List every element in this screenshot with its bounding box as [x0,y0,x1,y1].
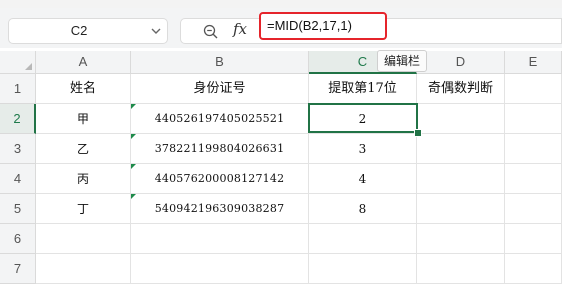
row-header-1[interactable]: 1 [0,74,36,104]
cell-c1[interactable]: 提取第17位 [309,74,417,104]
row-header-4[interactable]: 4 [0,164,36,194]
cell-d2[interactable] [417,104,505,134]
cell-e4[interactable] [505,164,562,194]
cell-b5-value: 540942196309038287 [154,202,285,215]
cell-b7[interactable] [131,254,309,284]
cell-b6[interactable] [131,224,309,254]
cell-b4[interactable]: 440576200008127142 [131,164,309,194]
cell-a6[interactable] [36,224,131,254]
text-number-indicator [131,134,136,139]
fill-handle[interactable] [414,129,422,137]
cell-a1[interactable]: 姓名 [36,74,131,104]
name-box[interactable]: C2 [8,18,168,44]
row-header-3[interactable]: 3 [0,134,36,164]
text-number-indicator [131,104,136,109]
cell-c7[interactable] [309,254,417,284]
insert-function-icon[interactable]: fx [233,20,247,38]
cell-c6[interactable] [309,224,417,254]
cell-e3[interactable] [505,134,562,164]
cell-b3-value: 378221199804026631 [154,142,285,155]
cell-c2[interactable]: 2 [309,104,417,134]
cell-d7[interactable] [417,254,505,284]
column-header-a[interactable]: A [36,51,131,74]
cell-e2[interactable] [505,104,562,134]
zoom-search-icon[interactable] [202,23,220,41]
cell-b1[interactable]: 身份证号 [131,74,309,104]
name-box-value: C2 [70,23,88,38]
cell-c5[interactable]: 8 [309,194,417,224]
select-all-corner[interactable] [0,51,36,74]
column-header-e[interactable]: E [505,51,562,74]
cell-e6[interactable] [505,224,562,254]
row-header-7[interactable]: 7 [0,254,36,284]
cell-b2[interactable]: 440526197405025521 [131,104,309,134]
cell-a3[interactable]: 乙 [36,134,131,164]
cell-d4[interactable] [417,164,505,194]
select-all-icon [25,63,32,70]
cell-d3[interactable] [417,134,505,164]
cell-b5[interactable]: 540942196309038287 [131,194,309,224]
cell-b2-value: 440526197405025521 [154,112,285,125]
cell-d6[interactable] [417,224,505,254]
column-header-b[interactable]: B [131,51,309,74]
text-number-indicator [131,194,136,199]
cell-a5[interactable]: 丁 [36,194,131,224]
cell-b3[interactable]: 378221199804026631 [131,134,309,164]
column-header-d[interactable]: D [417,51,505,74]
formula-bar-tooltip: 编辑栏 [377,50,427,72]
formula-input[interactable]: =MID(B2,17,1) [259,12,387,40]
cell-d1[interactable]: 奇偶数判断 [417,74,505,104]
formula-text: =MID(B2,17,1) [267,18,352,33]
cell-a2[interactable]: 甲 [36,104,131,134]
row-header-6[interactable]: 6 [0,224,36,254]
cell-e7[interactable] [505,254,562,284]
cell-e5[interactable] [505,194,562,224]
cell-b4-value: 440576200008127142 [154,172,285,185]
cell-a7[interactable] [36,254,131,284]
cell-c3[interactable]: 3 [309,134,417,164]
text-number-indicator [131,164,136,169]
chevron-down-icon[interactable] [149,24,163,38]
row-header-2[interactable]: 2 [0,104,36,134]
row-header-5[interactable]: 5 [0,194,36,224]
cell-e1[interactable] [505,74,562,104]
cell-a4[interactable]: 丙 [36,164,131,194]
cell-d5[interactable] [417,194,505,224]
cell-c4[interactable]: 4 [309,164,417,194]
